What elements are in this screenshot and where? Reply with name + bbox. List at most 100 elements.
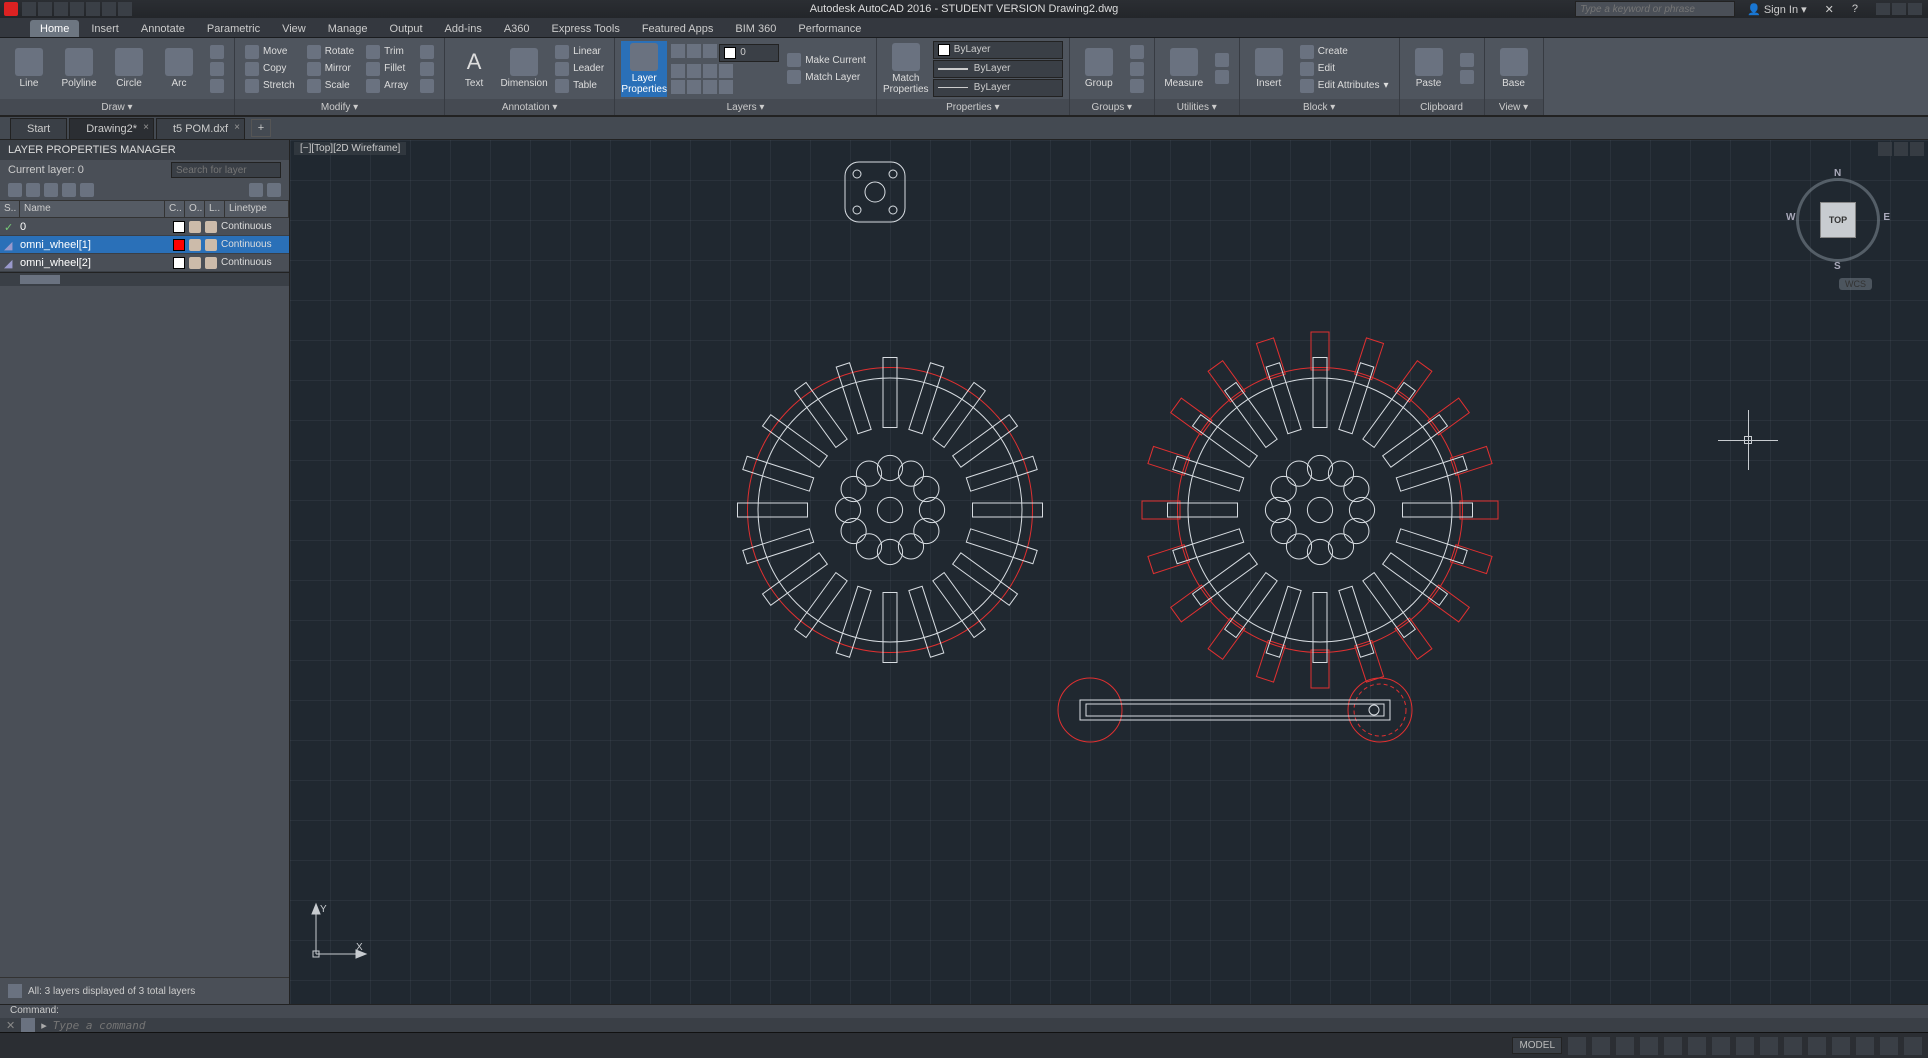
- layer-row[interactable]: ◢ omni_wheel[2] Continuous: [0, 254, 289, 272]
- tab-express-tools[interactable]: Express Tools: [542, 20, 630, 37]
- minimize-icon[interactable]: [1876, 3, 1890, 15]
- osnap-toggle-icon[interactable]: [1664, 1037, 1682, 1055]
- close-tab-icon[interactable]: ×: [234, 122, 240, 133]
- modify-ext-1[interactable]: [416, 44, 438, 60]
- tab-a360[interactable]: A360: [494, 20, 540, 37]
- col-on[interactable]: O..: [185, 201, 205, 217]
- tab-view[interactable]: View: [272, 20, 316, 37]
- col-name[interactable]: Name: [20, 201, 165, 217]
- arc-button[interactable]: Arc: [156, 46, 202, 91]
- dimension-button[interactable]: Dimension: [501, 46, 547, 91]
- polyline-button[interactable]: Polyline: [56, 46, 102, 91]
- new-layer-icon[interactable]: [8, 183, 22, 197]
- linetype-dropdown[interactable]: ByLayer: [933, 79, 1063, 97]
- doc-tab-drawing2[interactable]: Drawing2*×: [69, 118, 154, 139]
- add-tab-button[interactable]: +: [251, 119, 271, 137]
- exchange-icon[interactable]: ✕: [1819, 3, 1840, 16]
- close-tab-icon[interactable]: ×: [143, 122, 149, 133]
- layer-unlock-icon[interactable]: [719, 80, 733, 94]
- qat-open-icon[interactable]: [38, 2, 52, 16]
- layer-panel-scrollbar[interactable]: [0, 272, 289, 286]
- help-icon[interactable]: ?: [1846, 3, 1864, 15]
- modify-ext-2[interactable]: [416, 61, 438, 77]
- lineweight-toggle-icon[interactable]: [1712, 1037, 1730, 1055]
- polar-toggle-icon[interactable]: [1640, 1037, 1658, 1055]
- sign-in-button[interactable]: 👤 Sign In ▾: [1741, 3, 1813, 16]
- fillet-button[interactable]: Fillet: [362, 61, 412, 77]
- layer-tool-1[interactable]: [671, 44, 685, 58]
- transparency-toggle-icon[interactable]: [1736, 1037, 1754, 1055]
- layer-tool-3[interactable]: [703, 44, 717, 58]
- group-groups-title[interactable]: Groups ▾: [1070, 99, 1154, 115]
- base-view-button[interactable]: Base: [1491, 46, 1537, 91]
- group-utilities-title[interactable]: Utilities ▾: [1155, 99, 1239, 115]
- util-2[interactable]: [1211, 69, 1233, 85]
- layer-dropdown[interactable]: 0: [719, 44, 779, 62]
- group-draw-title[interactable]: Draw ▾: [0, 99, 234, 115]
- layer-row[interactable]: ✓ 0 Continuous: [0, 218, 289, 236]
- qat-undo-icon[interactable]: [102, 2, 116, 16]
- draw-extra-3[interactable]: [206, 78, 228, 94]
- doc-tab-t5pom[interactable]: t5 POM.dxf×: [156, 118, 245, 139]
- layer-color-swatch[interactable]: [173, 221, 185, 233]
- array-button[interactable]: Array: [362, 78, 412, 94]
- wcs-badge[interactable]: WCS: [1839, 278, 1872, 290]
- layer-uniso-icon[interactable]: [671, 80, 685, 94]
- layer-freeze-icon[interactable]: [687, 64, 701, 78]
- layer-thaw-icon[interactable]: [687, 80, 701, 94]
- viewcube-south[interactable]: S: [1834, 261, 1841, 272]
- tab-annotate[interactable]: Annotate: [131, 20, 195, 37]
- cut-button[interactable]: [1456, 52, 1478, 68]
- util-1[interactable]: [1211, 52, 1233, 68]
- isolate-objects-icon[interactable]: [1856, 1037, 1874, 1055]
- group-select-button[interactable]: [1126, 78, 1148, 94]
- hardware-accel-icon[interactable]: [1832, 1037, 1850, 1055]
- filter-tree-icon[interactable]: [8, 984, 22, 998]
- rotate-button[interactable]: Rotate: [303, 44, 358, 60]
- tab-manage[interactable]: Manage: [318, 20, 378, 37]
- text-button[interactable]: AText: [451, 46, 497, 91]
- delete-layer-icon[interactable]: [44, 183, 58, 197]
- linear-button[interactable]: Linear: [551, 44, 608, 60]
- col-lock[interactable]: L..: [205, 201, 225, 217]
- group-edit-button[interactable]: [1126, 61, 1148, 77]
- model-space-button[interactable]: MODEL: [1512, 1037, 1562, 1054]
- match-layer-button[interactable]: Match Layer: [783, 69, 870, 85]
- layer-states-icon[interactable]: [62, 183, 76, 197]
- edit-block-button[interactable]: Edit: [1296, 61, 1393, 77]
- copy-button[interactable]: Copy: [241, 61, 299, 77]
- refresh-icon[interactable]: [249, 183, 263, 197]
- close-icon[interactable]: [1908, 3, 1922, 15]
- annotation-scale-icon[interactable]: [1784, 1037, 1802, 1055]
- bulb-icon[interactable]: [189, 257, 201, 269]
- viewcube-west[interactable]: W: [1786, 212, 1795, 223]
- scale-button[interactable]: Scale: [303, 78, 358, 94]
- app-menu-icon[interactable]: [4, 2, 18, 16]
- tab-bim360[interactable]: BIM 360: [725, 20, 786, 37]
- make-current-button[interactable]: Make Current: [783, 52, 870, 68]
- doc-tab-start[interactable]: Start: [10, 118, 67, 139]
- group-button[interactable]: Group: [1076, 46, 1122, 91]
- layer-row[interactable]: ◢ omni_wheel[1] Continuous: [0, 236, 289, 254]
- command-input[interactable]: [53, 1019, 1922, 1032]
- tab-addins[interactable]: Add-ins: [435, 20, 492, 37]
- col-linetype[interactable]: Linetype: [225, 201, 289, 217]
- modify-ext-3[interactable]: [416, 78, 438, 94]
- tab-featured-apps[interactable]: Featured Apps: [632, 20, 724, 37]
- workspace-icon[interactable]: [1808, 1037, 1826, 1055]
- qat-saveas-icon[interactable]: [70, 2, 84, 16]
- restore-icon[interactable]: [1892, 3, 1906, 15]
- match-properties-button[interactable]: Match Properties: [883, 41, 929, 97]
- paste-button[interactable]: Paste: [1406, 46, 1452, 91]
- viewcube-east[interactable]: E: [1883, 212, 1890, 223]
- vp-maximize-icon[interactable]: [1894, 142, 1908, 156]
- draw-extra-2[interactable]: [206, 61, 228, 77]
- group-properties-title[interactable]: Properties ▾: [877, 99, 1069, 115]
- tab-output[interactable]: Output: [380, 20, 433, 37]
- mirror-button[interactable]: Mirror: [303, 61, 358, 77]
- qat-plot-icon[interactable]: [86, 2, 100, 16]
- circle-button[interactable]: Circle: [106, 46, 152, 91]
- layer-off-icon[interactable]: [703, 64, 717, 78]
- grid-toggle-icon[interactable]: [1568, 1037, 1586, 1055]
- group-layers-title[interactable]: Layers ▾: [615, 99, 876, 115]
